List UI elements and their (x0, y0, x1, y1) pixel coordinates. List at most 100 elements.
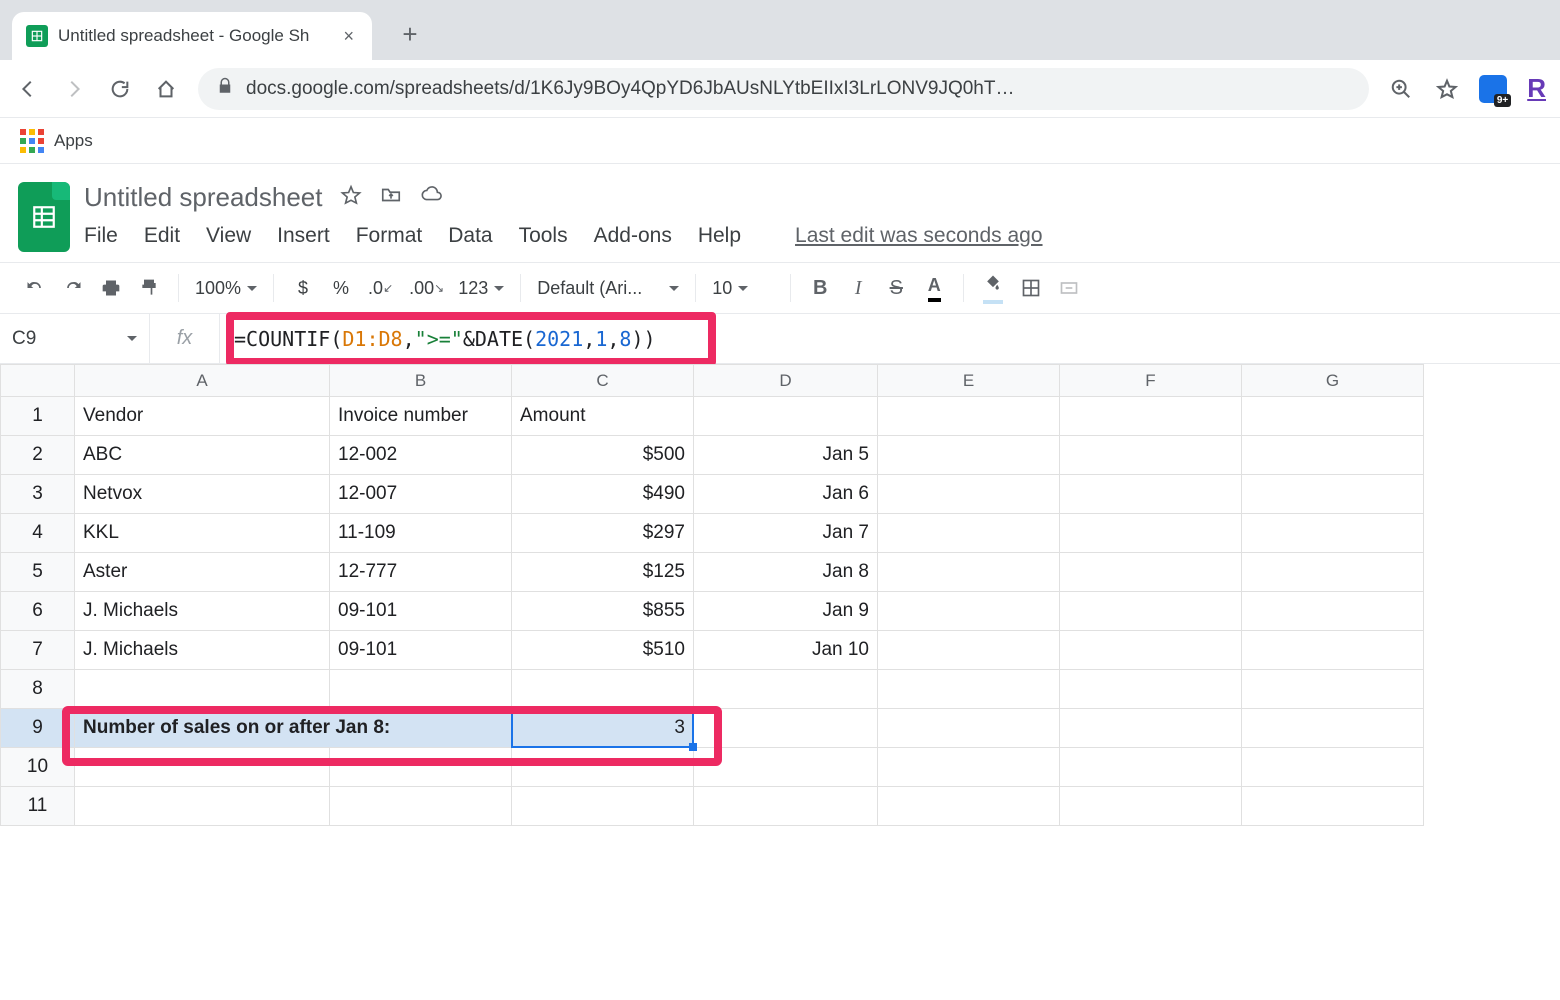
fx-icon: fx (150, 314, 220, 363)
cell-D5[interactable]: Jan 8 (694, 553, 878, 592)
browser-tab[interactable]: Untitled spreadsheet - Google Sh × (12, 12, 372, 60)
col-header-A[interactable]: A (75, 365, 330, 397)
cell-C3[interactable]: $490 (512, 475, 694, 514)
cell-C4[interactable]: $297 (512, 514, 694, 553)
sheets-favicon-icon (26, 25, 48, 47)
strikethrough-button[interactable]: S (879, 271, 913, 305)
star-icon[interactable] (340, 184, 362, 211)
borders-button[interactable] (1014, 271, 1048, 305)
forward-button[interactable] (60, 75, 88, 103)
col-header-F[interactable]: F (1060, 365, 1242, 397)
extension-icon[interactable]: 9+ (1479, 75, 1507, 103)
cell-D1[interactable] (694, 397, 878, 436)
cell-D7[interactable]: Jan 10 (694, 631, 878, 670)
cell-A4[interactable]: KKL (75, 514, 330, 553)
browser-tab-strip: Untitled spreadsheet - Google Sh × + (0, 0, 1560, 60)
percent-button[interactable]: % (324, 271, 358, 305)
menu-bar: File Edit View Insert Format Data Tools … (84, 216, 1542, 256)
redo-button[interactable] (56, 271, 90, 305)
col-header-B[interactable]: B (330, 365, 512, 397)
cell-A1[interactable]: Vendor (75, 397, 330, 436)
number-format-dropdown[interactable]: 123 (454, 278, 508, 299)
cell-C7[interactable]: $510 (512, 631, 694, 670)
cell-C1[interactable]: Amount (512, 397, 694, 436)
undo-button[interactable] (18, 271, 52, 305)
cell-C9[interactable]: 3 (512, 709, 694, 748)
new-tab-button[interactable]: + (390, 14, 430, 54)
row-1: 1VendorInvoice numberAmount (1, 397, 1424, 436)
cell-A7[interactable]: J. Michaels (75, 631, 330, 670)
cell-D4[interactable]: Jan 7 (694, 514, 878, 553)
name-box[interactable]: C9 (0, 314, 150, 363)
cell-D6[interactable]: Jan 9 (694, 592, 878, 631)
italic-button[interactable]: I (841, 271, 875, 305)
cell-A2[interactable]: ABC (75, 436, 330, 475)
fill-color-button[interactable] (976, 271, 1010, 305)
cell-B6[interactable]: 09-101 (330, 592, 512, 631)
bold-button[interactable]: B (803, 271, 837, 305)
cell-A3[interactable]: Netvox (75, 475, 330, 514)
close-tab-icon[interactable]: × (343, 26, 354, 47)
currency-button[interactable]: $ (286, 271, 320, 305)
move-folder-icon[interactable] (380, 184, 402, 211)
row-5: 5Aster12-777$125Jan 8 (1, 553, 1424, 592)
increase-decimal-button[interactable]: .00↘ (403, 271, 450, 305)
cloud-status-icon[interactable] (420, 184, 442, 211)
formula-bar: C9 fx =COUNTIF(D1:D8,">="&DATE(2021,1,8)… (0, 314, 1560, 364)
font-size-dropdown[interactable]: 10 (708, 278, 778, 299)
menu-edit[interactable]: Edit (144, 224, 180, 248)
extension-r-icon[interactable]: R (1527, 73, 1546, 104)
apps-label[interactable]: Apps (54, 131, 93, 151)
cell-A5[interactable]: Aster (75, 553, 330, 592)
cell-C2[interactable]: $500 (512, 436, 694, 475)
back-button[interactable] (14, 75, 42, 103)
col-header-G[interactable]: G (1242, 365, 1424, 397)
cell-B2[interactable]: 12-002 (330, 436, 512, 475)
print-button[interactable] (94, 271, 128, 305)
doc-title[interactable]: Untitled spreadsheet (84, 182, 322, 213)
cell-D2[interactable]: Jan 5 (694, 436, 878, 475)
last-edit-link[interactable]: Last edit was seconds ago (795, 224, 1043, 248)
sheets-logo-icon[interactable] (18, 182, 70, 252)
cell-B1[interactable]: Invoice number (330, 397, 512, 436)
reload-button[interactable] (106, 75, 134, 103)
menu-addons[interactable]: Add-ons (594, 224, 672, 248)
menu-help[interactable]: Help (698, 224, 741, 248)
cell-B4[interactable]: 11-109 (330, 514, 512, 553)
bookmark-star-icon[interactable] (1433, 75, 1461, 103)
font-family-dropdown[interactable]: Default (Ari... (533, 278, 683, 299)
menu-format[interactable]: Format (356, 224, 423, 248)
cell-B7[interactable]: 09-101 (330, 631, 512, 670)
cell-A6[interactable]: J. Michaels (75, 592, 330, 631)
row-3: 3Netvox12-007$490Jan 6 (1, 475, 1424, 514)
col-header-C[interactable]: C (512, 365, 694, 397)
cell-D3[interactable]: Jan 6 (694, 475, 878, 514)
col-header-D[interactable]: D (694, 365, 878, 397)
select-all-corner[interactable] (1, 365, 75, 397)
menu-view[interactable]: View (206, 224, 251, 248)
merge-cells-button[interactable] (1052, 271, 1086, 305)
row-4: 4KKL11-109$297Jan 7 (1, 514, 1424, 553)
col-header-E[interactable]: E (878, 365, 1060, 397)
menu-data[interactable]: Data (448, 224, 492, 248)
formula-input[interactable]: =COUNTIF(D1:D8,">="&DATE(2021,1,8)) (220, 314, 1560, 363)
menu-file[interactable]: File (84, 224, 118, 248)
zoom-dropdown[interactable]: 100% (191, 278, 261, 299)
menu-tools[interactable]: Tools (519, 224, 568, 248)
cell-B3[interactable]: 12-007 (330, 475, 512, 514)
cell-A9[interactable]: Number of sales on or after Jan 8: (75, 709, 512, 748)
spreadsheet-grid[interactable]: A B C D E F G 1VendorInvoice numberAmoun… (0, 364, 1424, 826)
address-bar[interactable]: docs.google.com/spreadsheets/d/1K6Jy9BOy… (198, 68, 1369, 110)
zoom-icon[interactable] (1387, 75, 1415, 103)
menu-insert[interactable]: Insert (277, 224, 330, 248)
cell-C6[interactable]: $855 (512, 592, 694, 631)
home-button[interactable] (152, 75, 180, 103)
text-color-button[interactable]: A (917, 271, 951, 305)
cell-C5[interactable]: $125 (512, 553, 694, 592)
cell-A8[interactable] (75, 670, 330, 709)
cell-B5[interactable]: 12-777 (330, 553, 512, 592)
decrease-decimal-button[interactable]: .0↙ (362, 271, 399, 305)
apps-grid-icon[interactable] (20, 129, 44, 153)
paint-format-button[interactable] (132, 271, 166, 305)
fill-handle[interactable] (689, 743, 697, 751)
